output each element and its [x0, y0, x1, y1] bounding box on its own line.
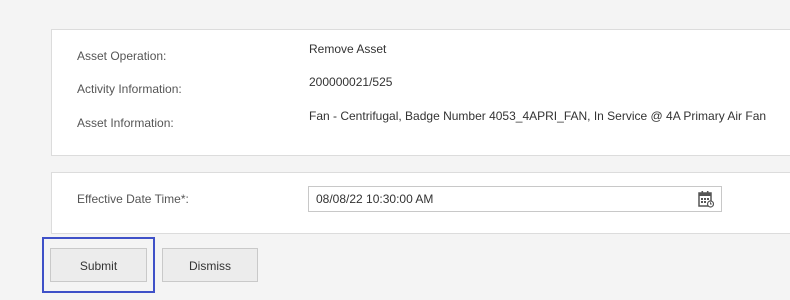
asset-information-label: Asset Information: — [77, 116, 174, 130]
activity-information-row: Activity Information: 200000021/525 — [52, 75, 790, 96]
submit-button[interactable]: Submit — [50, 248, 147, 282]
asset-operation-row: Asset Operation: Remove Asset — [52, 42, 790, 63]
activity-information-label: Activity Information: — [77, 82, 182, 96]
asset-operation-form: Asset Operation: Remove Asset Activity I… — [0, 0, 790, 300]
effective-date-label: Effective Date Time*: — [77, 192, 189, 206]
asset-information-row: Asset Information: Fan - Centrifugal, Ba… — [52, 109, 790, 130]
asset-operation-label: Asset Operation: — [77, 49, 167, 63]
dismiss-button[interactable]: Dismiss — [162, 248, 258, 282]
effective-date-input[interactable] — [308, 186, 722, 212]
asset-operation-value: Remove Asset — [309, 42, 387, 56]
calendar-icon[interactable] — [698, 190, 715, 208]
effective-date-panel: Effective Date Time*: — [51, 172, 790, 234]
asset-information-value: Fan - Centrifugal, Badge Number 4053_4AP… — [309, 109, 767, 123]
asset-info-panel: Asset Operation: Remove Asset Activity I… — [51, 29, 790, 156]
activity-information-value: 200000021/525 — [309, 75, 393, 89]
action-buttons: Submit Dismiss — [42, 237, 302, 293]
